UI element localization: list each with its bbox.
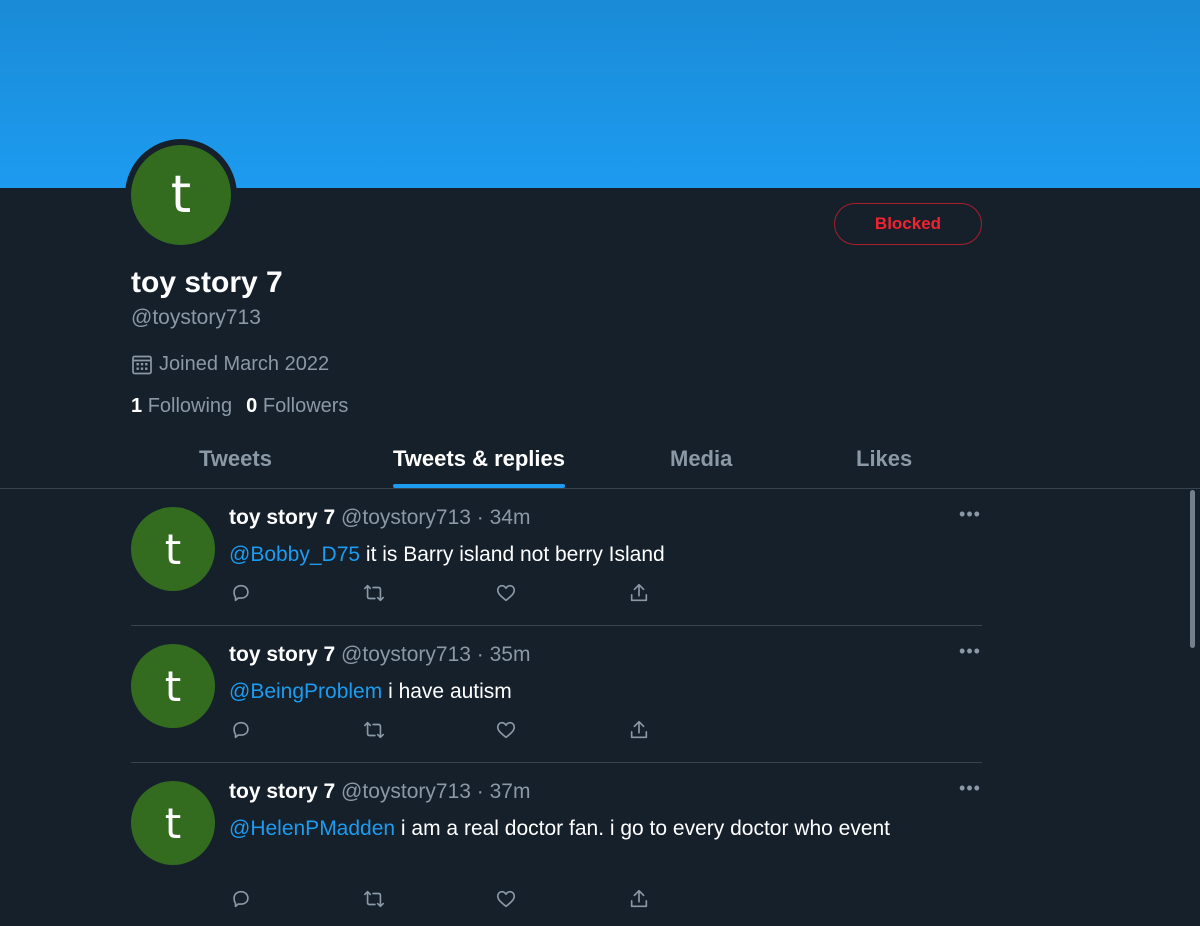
profile-avatar[interactable]: t (125, 139, 237, 251)
reply-icon (233, 890, 249, 908)
tab-tweets[interactable]: Tweets (199, 430, 272, 488)
tweet-mention[interactable]: @HelenPMadden (229, 817, 395, 840)
tweet-meta: @toystory713 · 37m (341, 780, 531, 803)
tab-tweets-and-replies-label: Tweets & replies (393, 446, 565, 471)
tweet-text: @HelenPMadden i am a real doctor fan. i … (229, 813, 969, 845)
profile-handle: @toystory713 (131, 306, 261, 329)
share-icon (630, 889, 648, 908)
calendar-icon (132, 355, 152, 374)
followers-count: 0 (246, 395, 258, 417)
tweet-actions (229, 887, 760, 911)
tab-likes-label: Likes (856, 446, 913, 471)
tweet-text: @BeingProblem i have autism (229, 676, 969, 708)
retweet-icon (364, 721, 384, 739)
like-button[interactable] (494, 718, 518, 742)
tweet-body: it is Barry island not berry Island (360, 543, 665, 566)
scrollbar[interactable] (1190, 490, 1195, 648)
tab-media[interactable]: Media (670, 430, 732, 488)
following-label: Following (147, 395, 233, 417)
follow-stats: 1 Following 0 Followers (131, 395, 348, 418)
profile-avatar-letter: t (131, 145, 231, 245)
retweet-icon (364, 584, 384, 602)
share-icon (630, 583, 648, 602)
share-button[interactable] (627, 581, 651, 605)
tweet-header: toy story 7 @toystory713 · 37m (229, 780, 530, 804)
tweet-text: @Bobby_D75 it is Barry island not berry … (229, 539, 969, 571)
tweet-author-name[interactable]: toy story 7 (229, 643, 335, 666)
reply-icon (233, 584, 249, 602)
tweet-meta: @toystory713 · 34m (341, 506, 531, 529)
tab-tweets-and-replies[interactable]: Tweets & replies (393, 430, 565, 488)
reply-button[interactable] (229, 581, 253, 605)
tweet-meta: @toystory713 · 35m (341, 643, 531, 666)
tweet-actions (229, 718, 760, 742)
profile-tabs: Tweets Tweets & replies Media Likes (0, 430, 1200, 489)
tweet-header: toy story 7 @toystory713 · 35m (229, 643, 530, 667)
heart-icon (496, 890, 516, 908)
like-button[interactable] (494, 887, 518, 911)
blocked-button[interactable]: Blocked (834, 203, 982, 245)
more-horizontal-icon[interactable]: ••• (958, 776, 982, 800)
reply-button[interactable] (229, 887, 253, 911)
tweet[interactable]: t toy story 7 @toystory713 · 34m ••• @Bo… (131, 490, 982, 626)
reply-icon (233, 721, 249, 739)
reply-button[interactable] (229, 718, 253, 742)
retweet-icon (364, 890, 384, 908)
retweet-button[interactable] (362, 718, 386, 742)
profile-display-name: toy story 7 (131, 266, 283, 299)
active-tab-indicator (393, 484, 565, 488)
followers-link[interactable]: 0 Followers (246, 395, 348, 418)
share-button[interactable] (627, 718, 651, 742)
more-horizontal-icon[interactable]: ••• (958, 502, 982, 526)
tweet-avatar[interactable]: t (131, 644, 215, 728)
tweet-actions (229, 581, 760, 605)
more-horizontal-icon[interactable]: ••• (958, 639, 982, 663)
like-button[interactable] (494, 581, 518, 605)
retweet-button[interactable] (362, 581, 386, 605)
joined-date: Joined March 2022 (131, 353, 329, 376)
following-link[interactable]: 1 Following (131, 395, 232, 418)
tweet-body: i have autism (382, 680, 512, 703)
tweet[interactable]: t toy story 7 @toystory713 · 37m ••• @He… (131, 764, 982, 926)
share-button[interactable] (627, 887, 651, 911)
tab-tweets-label: Tweets (199, 446, 272, 471)
tab-likes[interactable]: Likes (856, 430, 912, 488)
retweet-button[interactable] (362, 887, 386, 911)
followers-label: Followers (262, 395, 349, 417)
tweet-header: toy story 7 @toystory713 · 34m (229, 506, 530, 530)
tweet-avatar[interactable]: t (131, 507, 215, 591)
tab-media-label: Media (670, 446, 733, 471)
tweet-body: i am a real doctor fan. i go to every do… (395, 817, 891, 840)
heart-icon (496, 584, 516, 602)
tweet-mention[interactable]: @BeingProblem (229, 680, 382, 703)
tweet[interactable]: t toy story 7 @toystory713 · 35m ••• @Be… (131, 627, 982, 763)
share-icon (630, 720, 648, 739)
tweet-author-name[interactable]: toy story 7 (229, 506, 335, 529)
joined-label: Joined March 2022 (159, 353, 330, 375)
tweet-mention[interactable]: @Bobby_D75 (229, 543, 360, 566)
heart-icon (496, 721, 516, 739)
following-count: 1 (131, 395, 143, 417)
tweet-avatar[interactable]: t (131, 781, 215, 865)
tweet-author-name[interactable]: toy story 7 (229, 780, 335, 803)
